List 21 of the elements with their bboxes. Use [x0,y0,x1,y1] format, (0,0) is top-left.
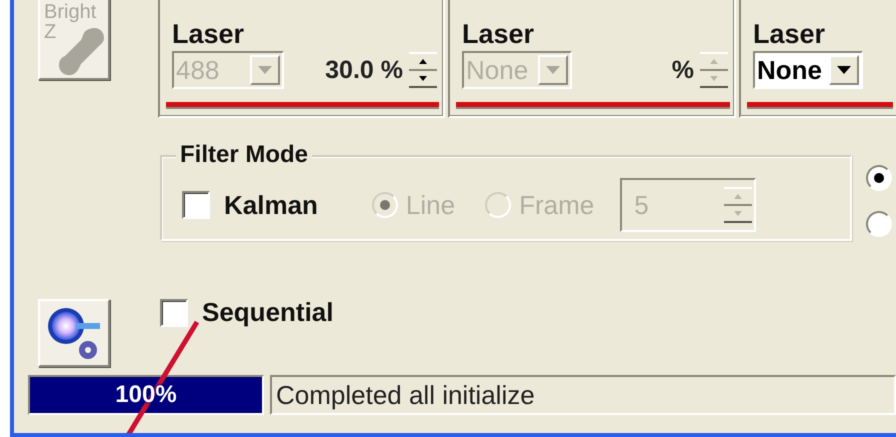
dropdown-arrow-icon [837,66,851,74]
power-value: % [672,56,694,84]
laser-settings-button[interactable] [38,299,110,367]
dropdown-arrow-icon [258,66,272,74]
kalman-label: Kalman [224,190,318,220]
option-radio[interactable] [866,211,892,237]
laser-label: Laser [462,20,536,48]
dropdown-arrow-icon [546,66,560,74]
sequential-label: Sequential [202,297,334,328]
status-field: Completed all initialize [270,375,896,415]
power-value: 30.0 % [325,56,403,84]
spinner-buttons[interactable] [700,52,728,88]
laser-dropdown[interactable]: None [753,51,863,89]
laser-gear-icon [46,306,102,360]
spinner-buttons[interactable] [409,52,437,88]
laser-label: Laser [753,20,826,48]
mode-label: Frame [519,190,594,220]
mode-label: Line [406,190,456,220]
option-radio[interactable] [866,165,892,191]
sequential-checkbox[interactable] [160,298,188,326]
laser-label: Laser [172,20,246,48]
